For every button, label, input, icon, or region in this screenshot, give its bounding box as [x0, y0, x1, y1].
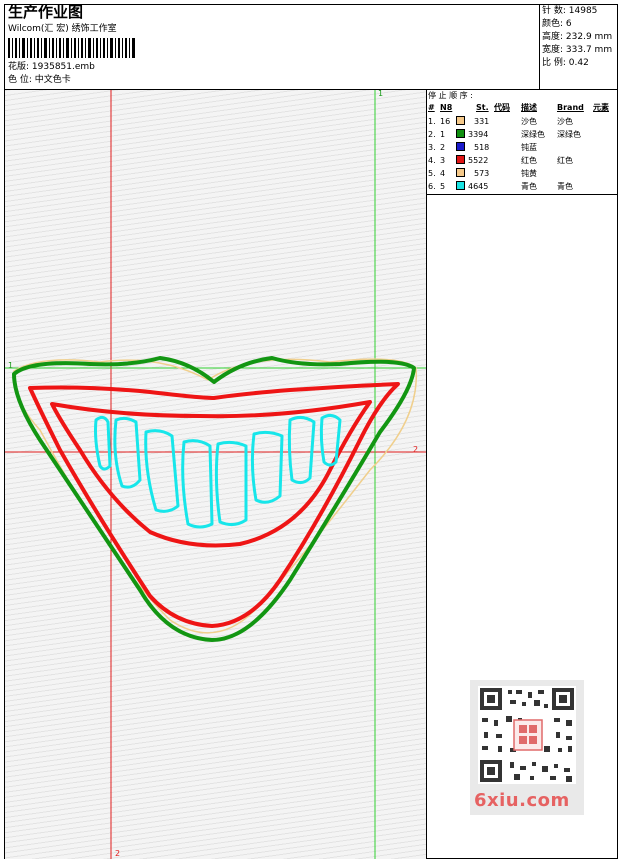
row-desc: 青色 [521, 182, 537, 191]
row-brand: 深绿色 [557, 130, 581, 139]
tooth-3 [144, 429, 180, 513]
qr-code-icon [478, 686, 576, 784]
table-bottom-rule [426, 194, 618, 195]
row-stitches: 4645 [468, 182, 489, 191]
row-index: 3. [428, 143, 436, 152]
row-stitches: 518 [474, 143, 490, 152]
marker-green-left: 1 [8, 361, 14, 370]
row-brand: 沙色 [557, 117, 573, 126]
watermark-site: 6xiu.com [474, 790, 570, 811]
row-index: 5. [428, 169, 436, 178]
row-needle: 5 [440, 182, 446, 191]
row-stitches: 5522 [468, 156, 489, 165]
color-swatch [456, 116, 465, 125]
row-needle: 4 [440, 169, 446, 178]
tooth-4 [181, 439, 214, 529]
col-hash: # [428, 103, 435, 112]
row-index: 2. [428, 130, 436, 139]
row-needle: 16 [440, 117, 451, 126]
row-desc: 红色 [521, 156, 537, 165]
row-stitches: 331 [474, 117, 490, 126]
col-element: 元素 [593, 103, 609, 112]
tooth-8 [319, 413, 342, 467]
row-brand: 青色 [557, 182, 573, 191]
tooth-6 [250, 430, 284, 504]
color-swatch [456, 181, 465, 190]
row-index: 1. [428, 117, 436, 126]
row-needle: 1 [440, 130, 446, 139]
tooth-7 [287, 415, 316, 485]
col-n: N8 [440, 103, 453, 112]
tooth-2 [113, 416, 142, 489]
color-swatch [456, 129, 465, 138]
row-brand: 红色 [557, 156, 573, 165]
lips-outline-green [12, 356, 416, 642]
row-needle: 3 [440, 156, 446, 165]
col-code: 代码 [494, 103, 510, 112]
row-index: 4. [428, 156, 436, 165]
row-desc: 钝蓝 [521, 143, 537, 152]
color-swatch [456, 155, 465, 164]
col-brand: Brand [557, 103, 584, 112]
row-stitches: 573 [474, 169, 490, 178]
row-desc: 深绿色 [521, 130, 545, 139]
row-index: 6. [428, 182, 436, 191]
row-desc: 钝黄 [521, 169, 537, 178]
col-desc: 描述 [521, 103, 537, 112]
lips-underlay [13, 358, 418, 634]
row-desc: 沙色 [521, 117, 537, 126]
stop-sequence-title: 停 止 顺 序 : [428, 91, 473, 100]
color-swatch [456, 168, 465, 177]
col-stitches: St. [476, 103, 489, 112]
row-stitches: 3394 [468, 130, 489, 139]
row-needle: 2 [440, 143, 446, 152]
marker-green-top: 1 [378, 89, 384, 98]
marker-red-right: 2 [413, 445, 419, 454]
tooth-1 [94, 415, 112, 471]
color-swatch [456, 142, 465, 151]
tooth-5 [214, 440, 248, 527]
marker-red-bottom: 2 [115, 849, 121, 858]
